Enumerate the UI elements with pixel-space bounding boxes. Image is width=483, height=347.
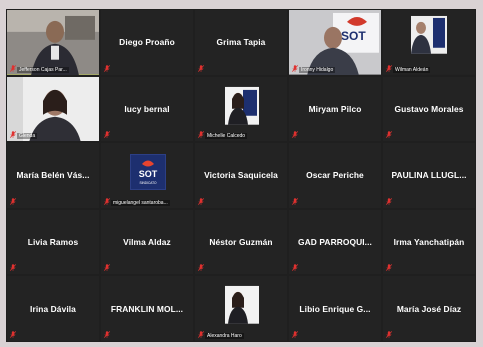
participant-tile[interactable]: Grima Tapia <box>195 10 287 75</box>
muted-mic-icon <box>104 264 110 272</box>
muted-mic-icon <box>10 331 16 338</box>
participant-tile[interactable]: SOT Ironny Hidalgo <box>289 10 381 75</box>
muted-mic-icon <box>292 64 298 72</box>
participant-name: Néstor Guzmán <box>209 237 273 248</box>
participant-tile[interactable]: Irina Dávila <box>7 276 99 341</box>
muted-mic-icon <box>292 264 298 272</box>
participant-name-label: miguelangel santaroba... <box>111 199 170 206</box>
participant-name: FRANKLIN MOL... <box>110 303 184 314</box>
participant-tile[interactable]: Miryam Pilco <box>289 76 381 142</box>
participant-tile[interactable]: Néstor Guzmán <box>195 209 287 275</box>
muted-mic-icon <box>10 64 16 72</box>
participant-tile[interactable]: Wilman Aldeán <box>383 10 475 75</box>
participant-tile[interactable]: Libio Enrique G... <box>289 276 381 341</box>
participant-name: María José Díaz <box>396 303 462 314</box>
muted-mic-icon <box>10 264 16 272</box>
participant-name-label: Jefferson Cajas Par... <box>17 66 69 73</box>
muted-mic-icon <box>292 197 298 205</box>
participant-tile[interactable]: Irma Yanchatipán <box>383 209 475 275</box>
participant-tile[interactable]: Glenda <box>7 76 99 142</box>
participant-name: Livia Ramos <box>27 237 79 248</box>
participant-name-label: Alexandra Haro <box>205 332 244 339</box>
muted-mic-icon <box>198 64 204 72</box>
muted-mic-icon <box>386 197 392 205</box>
participant-grid: Jefferson Cajas Par... Diego Proaño Grima … <box>6 9 476 342</box>
muted-mic-icon <box>10 131 16 139</box>
participant-tile[interactable]: GAD PARROQUI... <box>289 209 381 275</box>
video-feed <box>195 76 287 142</box>
participant-tile[interactable]: Gustavo Morales <box>383 76 475 142</box>
participant-name: Gustavo Morales <box>394 103 464 114</box>
participant-name: lucy bernal <box>124 103 170 114</box>
participant-tile[interactable]: Oscar Periche <box>289 143 381 208</box>
muted-mic-icon <box>104 197 110 205</box>
participant-tile[interactable]: FRANKLIN MOL... <box>101 276 193 341</box>
participant-name: María Belén Vás... <box>16 170 90 181</box>
participant-name: Diego Proaño <box>119 37 175 48</box>
muted-mic-icon <box>104 131 110 139</box>
video-feed <box>383 10 475 75</box>
muted-mic-icon <box>10 197 16 205</box>
video-feed <box>7 10 99 75</box>
muted-mic-icon <box>386 331 392 338</box>
participant-tile[interactable]: PAULINA LLUGL... <box>383 143 475 208</box>
muted-mic-icon <box>104 64 110 72</box>
muted-mic-icon <box>198 264 204 272</box>
muted-mic-icon <box>386 131 392 139</box>
participant-name-label: Wilman Aldeán <box>393 66 431 73</box>
participant-name: Grima Tapia <box>216 37 266 48</box>
video-feed: SOT <box>289 10 381 75</box>
muted-mic-icon <box>104 331 110 338</box>
participant-tile[interactable]: Michelle Calcedo <box>195 76 287 142</box>
participant-tile[interactable]: Victoria Saquicela <box>195 143 287 208</box>
participant-name-label: Glenda <box>17 133 38 140</box>
participant-tile[interactable]: Jefferson Cajas Par... <box>7 10 99 75</box>
muted-mic-icon <box>198 331 204 338</box>
video-feed <box>7 76 99 142</box>
video-gallery: Jefferson Cajas Par... Diego Proaño Grima … <box>6 9 476 342</box>
participant-tile[interactable]: Diego Proaño <box>101 10 193 75</box>
participant-name-label: Michelle Calcedo <box>205 133 248 140</box>
participant-name-label: Ironny Hidalgo <box>299 66 336 73</box>
participant-name: Libio Enrique G... <box>299 303 371 314</box>
svg-text:SOT: SOT <box>341 29 366 43</box>
participant-tile[interactable]: Livia Ramos <box>7 209 99 275</box>
participant-name: Irma Yanchatipán <box>393 237 465 248</box>
muted-mic-icon <box>386 64 392 72</box>
muted-mic-icon <box>386 264 392 272</box>
participant-tile[interactable]: SOT SINDICATO miguelangel santaroba... <box>101 143 193 208</box>
muted-mic-icon <box>292 131 298 139</box>
muted-mic-icon <box>292 331 298 338</box>
muted-mic-icon <box>198 197 204 205</box>
sot-logo-sub: SINDICATO <box>139 181 157 185</box>
video-feed <box>195 276 287 341</box>
sot-logo-text: SOT <box>139 169 158 179</box>
participant-tile[interactable]: Alexandra Haro <box>195 276 287 341</box>
participant-name: PAULINA LLUGL... <box>391 170 467 181</box>
participant-tile[interactable]: María José Díaz <box>383 276 475 341</box>
participant-name: Miryam Pilco <box>308 103 362 114</box>
participant-name: Irina Dávila <box>30 303 76 314</box>
participant-tile[interactable]: lucy bernal <box>101 76 193 142</box>
participant-name: GAD PARROQUI... <box>298 237 372 248</box>
participant-name: Victoria Saquicela <box>204 170 278 181</box>
participant-name: Vilma Aldaz <box>123 237 171 248</box>
participant-tile[interactable]: María Belén Vás... <box>7 143 99 208</box>
sot-logo: SOT SINDICATO <box>130 154 166 191</box>
participant-tile[interactable]: Vilma Aldaz <box>101 209 193 275</box>
muted-mic-icon <box>198 131 204 139</box>
participant-name: Oscar Periche <box>306 170 364 181</box>
